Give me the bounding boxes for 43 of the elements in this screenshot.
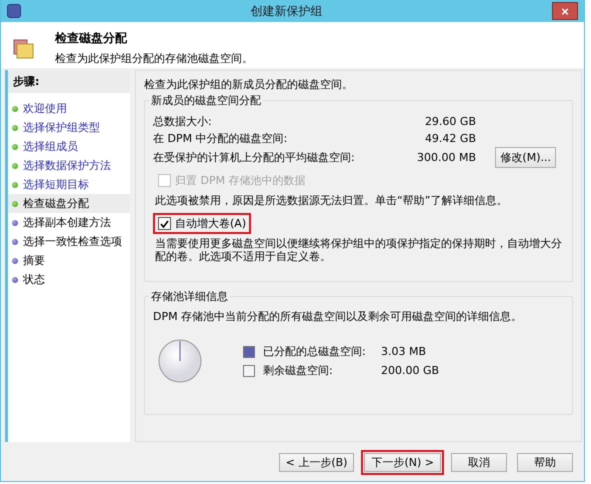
folder-icon [13,38,35,60]
field-value: 300.00 MB [416,151,477,164]
group-title: 存储池详细信息 [149,289,230,304]
step-label: 选择一致性检查选项 [23,234,122,249]
dialog-button[interactable]: 取消 [451,453,507,472]
step-label[interactable]: 选择组成员 [23,139,78,154]
intro-text: 检查为此保护组的新成员分配的磁盘空间。 [144,77,354,92]
dialog-button[interactable]: 下一步(N) > [364,453,441,472]
step-label: 摘要 [23,253,45,268]
legend-value: 3.03 MB [381,345,428,358]
pie-chart-drawing [157,338,203,384]
field-value: 49.42 GB [424,132,477,145]
page-subtitle: 检查为此保护组分配的存储池磁盘空间。 [55,51,253,66]
step-label[interactable]: 选择保护组类型 [23,120,100,135]
window-title: 创建新保护组 [250,2,324,20]
close-button[interactable]: × [552,2,578,20]
step-label[interactable]: 选择短期目标 [23,177,89,192]
checkmark-icon [160,220,169,228]
app-icon [7,4,21,18]
step-label: 检查磁盘分配 [23,196,89,211]
dialog-button[interactable]: 帮助 [517,453,573,472]
dialog-button[interactable]: < 上一步(B) [278,453,354,472]
option-note: 此选项被禁用，原因是所选数据源无法归置。单击“帮助”了解详细信息。 [155,194,508,207]
field-label: 在 DPM 中分配的磁盘空间: [153,131,288,146]
checkbox[interactable] [158,217,171,230]
field-value: 29.60 GB [424,115,477,128]
steps-heading: 步骤: [8,70,130,93]
legend-label: 剩余磁盘空间: [263,363,334,378]
group-title: 新成员的磁盘空间分配 [149,93,263,108]
step-label: 选择副本创建方法 [23,215,111,230]
legend-value: 200.00 GB [381,364,440,377]
step-label[interactable]: 选择数据保护方法 [23,158,111,173]
option-note: 当需要使用更多磁盘空间以便继续将保护组中的项保护指定的保持期时，自动增大分配的卷。此选项不适用于自定义卷。 [155,237,562,263]
modify-button[interactable]: 修改(M)... [495,147,556,168]
step-label[interactable]: 欢迎使用 [23,101,67,116]
step-label: 状态 [23,272,45,287]
page-title: 检查磁盘分配 [55,30,128,47]
checkbox-label: 自动增大卷(A) [175,216,246,231]
field-label: 在受保护的计算机上分配的平均磁盘空间: [153,150,356,165]
pool-description: DPM 存储池中当前分配的所有磁盘空间以及剩余可用磁盘空间的详细信息。 [153,309,524,324]
field-label: 总数据大小: [153,114,213,129]
checkbox-label: 归置 DPM 存储池中的数据 [175,173,306,188]
legend-label: 已分配的总磁盘空间: [263,344,367,359]
